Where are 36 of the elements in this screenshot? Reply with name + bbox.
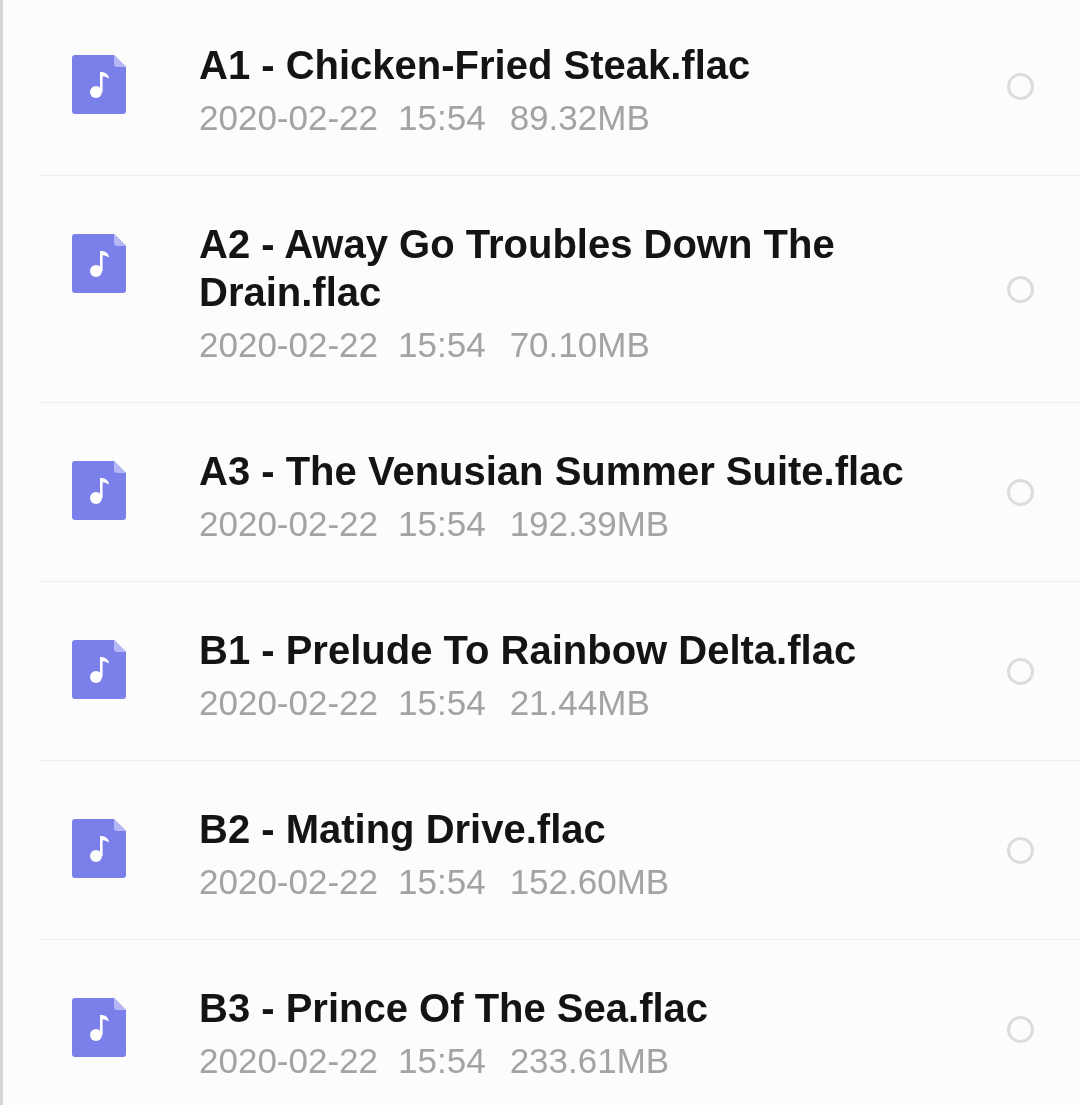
file-name: A2 - Away Go Troubles Down The Drain.flac	[199, 221, 836, 316]
file-name: A3 - The Venusian Summer Suite.flac	[199, 448, 905, 495]
file-time: 15:54	[398, 1040, 486, 1082]
music-file-icon	[72, 461, 126, 520]
music-file-icon	[72, 234, 126, 293]
select-radio[interactable]	[1007, 1015, 1034, 1043]
file-date: 2020-02-22	[199, 861, 379, 903]
file-name: B3 - Prince Of The Sea.flac	[199, 985, 710, 1032]
file-size: 233.61MB	[509, 1040, 670, 1082]
file-date: 2020-02-22	[199, 97, 379, 139]
music-file-icon	[72, 819, 126, 878]
file-date: 2020-02-22	[199, 503, 379, 545]
file-time: 15:54	[398, 861, 486, 903]
file-size: 21.44MB	[509, 682, 650, 724]
file-date: 2020-02-22	[199, 682, 379, 724]
select-radio[interactable]	[1007, 275, 1034, 303]
file-time: 15:54	[398, 97, 486, 139]
file-time: 15:54	[398, 503, 486, 545]
file-size: 192.39MB	[509, 503, 670, 545]
file-date: 2020-02-22	[199, 324, 379, 366]
file-time: 15:54	[398, 682, 486, 724]
file-size: 89.32MB	[509, 97, 650, 139]
music-file-icon	[72, 55, 126, 114]
file-size: 70.10MB	[509, 324, 650, 366]
select-radio[interactable]	[1007, 657, 1034, 685]
select-radio[interactable]	[1007, 836, 1034, 864]
file-time: 15:54	[398, 324, 486, 366]
select-radio[interactable]	[1007, 72, 1034, 100]
file-name: B2 - Mating Drive.flac	[199, 806, 607, 853]
music-file-icon	[72, 640, 126, 699]
file-size: 152.60MB	[509, 861, 670, 903]
music-file-icon	[72, 998, 126, 1057]
file-name: B1 - Prelude To Rainbow Delta.flac	[199, 627, 858, 674]
select-radio[interactable]	[1007, 478, 1034, 506]
file-name: A1 - Chicken-Fried Steak.flac	[199, 42, 752, 89]
file-date: 2020-02-22	[199, 1040, 379, 1082]
